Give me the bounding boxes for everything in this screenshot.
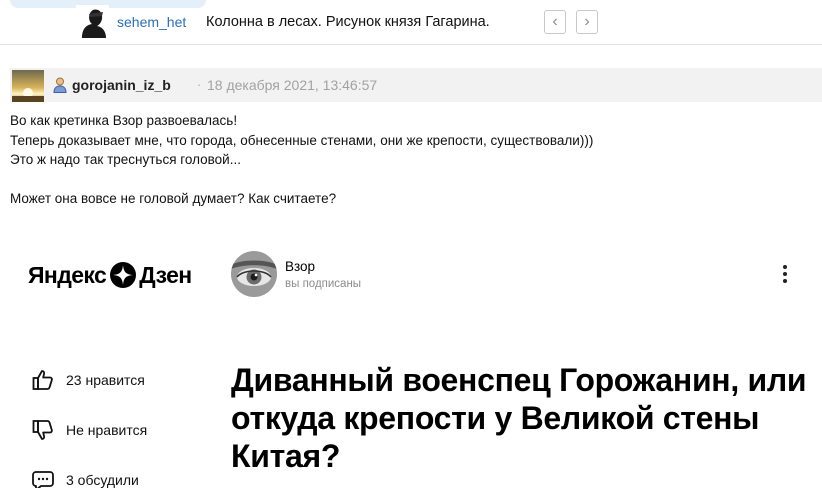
- comment-body: Во как кретинка Взор развоевалась! Тепер…: [10, 111, 810, 209]
- article-title[interactable]: Диванный военспец Горожанин, или откуда …: [231, 361, 811, 475]
- topic-title: Колонна в лесах. Рисунок князя Гагарина.: [206, 14, 490, 30]
- comment-line: Это ж надо так треснуться головой...: [10, 152, 241, 167]
- comments-button[interactable]: 3 обсудили: [31, 468, 139, 488]
- comment-blank-line: [10, 170, 810, 190]
- next-topic-button[interactable]: ›: [576, 10, 598, 34]
- comment-header: gorojanin_iz_b · 18 декабря 2021, 13:46:…: [10, 68, 822, 102]
- comment-line: Может она вовсе не головой думает? Как с…: [10, 191, 337, 206]
- comments-count: 3 обсудили: [66, 472, 139, 488]
- dislike-button[interactable]: Не нравится: [31, 418, 147, 442]
- channel-name[interactable]: Взор: [285, 259, 315, 274]
- comment-line: Теперь доказывает мне, что города, обнес…: [10, 132, 594, 148]
- yandex-zen-logo: Яндекс Дзен: [28, 260, 192, 290]
- topic-header-bar: sehem_het Колонна в лесах. Рисунок князя…: [0, 0, 822, 45]
- comment-date: 18 декабря 2021, 13:46:57: [207, 77, 378, 93]
- thumbs-up-icon: [32, 370, 53, 390]
- logo-text-left: Яндекс: [28, 261, 107, 288]
- dislike-label: Не нравится: [66, 422, 148, 438]
- comment-line: Во как кретинка Взор развоевалась!: [10, 113, 238, 128]
- logo-text-right: Дзен: [139, 261, 192, 288]
- separator-dot: ·: [197, 77, 202, 92]
- zen-star-icon: [110, 262, 137, 288]
- topic-author-link[interactable]: sehem_het: [117, 14, 186, 30]
- kebab-menu-icon[interactable]: [778, 263, 792, 285]
- commenter-name[interactable]: gorojanin_iz_b: [72, 77, 171, 93]
- like-button[interactable]: 23 нравится: [31, 368, 145, 392]
- prev-topic-button[interactable]: ‹: [544, 10, 566, 34]
- thumbs-down-icon: [32, 420, 53, 440]
- comment-bubble-icon: [32, 471, 54, 488]
- commenter-avatar[interactable]: [12, 70, 44, 102]
- channel-avatar[interactable]: [231, 251, 277, 297]
- subscription-status: вы подписаны: [285, 278, 362, 290]
- author-avatar[interactable]: [76, 5, 109, 38]
- user-icon: [53, 77, 67, 93]
- like-count: 23 нравится: [66, 372, 145, 388]
